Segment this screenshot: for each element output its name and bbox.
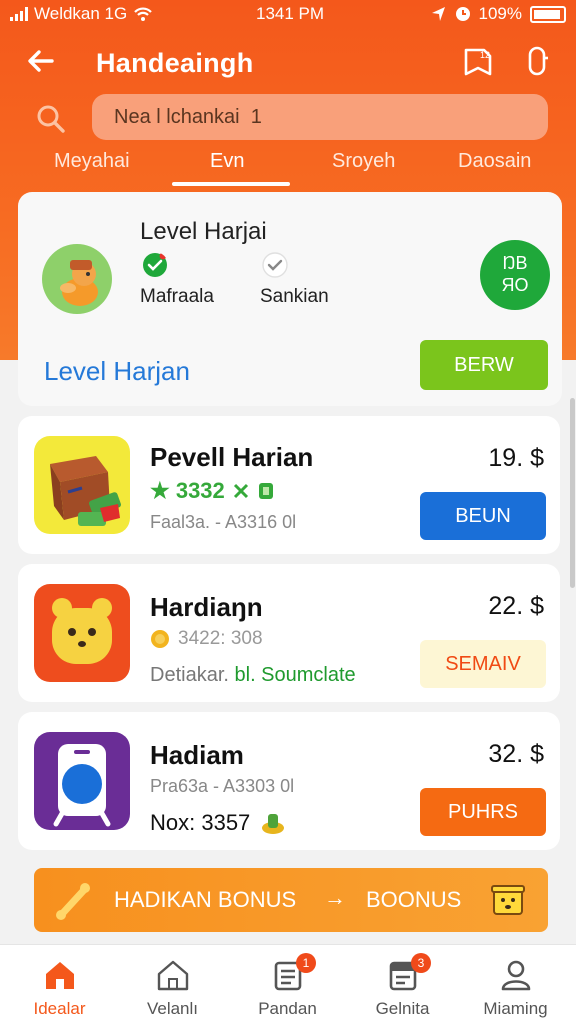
user-icon <box>501 960 531 991</box>
detail-link[interactable]: bl. Soumclate <box>235 664 356 686</box>
treasure-box-icon <box>50 456 121 526</box>
phone-icon <box>528 46 548 76</box>
carrier-label: Weldkan 1G <box>34 4 128 23</box>
item-thumbnail <box>34 732 130 830</box>
nav-item-gelnita[interactable]: 3 Gelnita <box>345 945 460 1024</box>
wifi-icon <box>134 7 153 21</box>
item-subtitle: Faal3a. - A3316 0l <box>150 512 297 532</box>
item-price: 32. $ <box>488 740 544 768</box>
status-bar: Weldkan 1G 1341 PM 109% <box>0 0 576 28</box>
coin-icon <box>151 630 169 648</box>
notification-badge: 1 <box>296 953 316 973</box>
check-circle-icon <box>143 252 167 277</box>
bonus-left-label: HADIKAN BONUS <box>114 887 297 912</box>
money-bag-icon <box>262 814 285 834</box>
scrollbar[interactable] <box>570 398 575 588</box>
coin-value: 3422: 308 <box>178 628 263 649</box>
bottom-nav: Idealar Velanlı 1 Pandan 3 Gelnita Miami… <box>0 944 576 1024</box>
badge-icon <box>258 483 273 499</box>
item-price: 19. $ <box>488 444 544 472</box>
stars-value: ★ 3332 <box>150 478 225 503</box>
nav-item-pandan[interactable]: 1 Pandan <box>230 945 345 1024</box>
search-input[interactable] <box>92 94 548 140</box>
xp-line-1: ŊB <box>502 253 528 273</box>
check-label-mafraala: Mafraala <box>140 286 214 307</box>
avatar <box>42 244 112 314</box>
item-card[interactable]: Pevell Harian 19. $ ★ 3332 Faal3a. - A33… <box>18 416 560 554</box>
page-title: Handeaingh <box>96 48 254 78</box>
item-name: Hadiam <box>150 740 244 770</box>
home-outline-icon <box>157 960 189 991</box>
bonus-right-label: BOONUS <box>366 887 462 912</box>
nav-label: Gelnita <box>375 999 430 1018</box>
level-link[interactable]: Level Harjan <box>44 356 190 387</box>
nox-value: Nox: 3357 <box>150 810 251 835</box>
item-buy-button[interactable]: BEUN <box>420 492 546 540</box>
nav-item-idealar[interactable]: Idealar <box>2 945 117 1024</box>
item-price: 22. $ <box>488 592 544 620</box>
item-subtitle: Pra63a - A3303 0l <box>150 776 295 796</box>
top-bar: Handeaingh 12 <box>0 36 576 88</box>
battery-percent: 109% <box>478 4 522 23</box>
back-button[interactable] <box>24 44 60 80</box>
signal-icon <box>10 7 28 21</box>
check-outline-icon <box>262 252 288 278</box>
arrow-left-icon <box>28 50 54 72</box>
device-icon <box>53 744 111 827</box>
tab-meyahai[interactable]: Meyahai <box>54 150 130 173</box>
battery-icon <box>530 5 566 23</box>
bookmark-icon: 12 <box>464 48 492 76</box>
bonus-banner[interactable]: HADIKAN BONUS → BOONUS <box>34 868 548 932</box>
item-stars: ★ 3332 <box>150 478 275 504</box>
notification-badge: 3 <box>411 953 431 973</box>
phone-button[interactable] <box>520 44 556 80</box>
item-thumbnail <box>34 436 130 534</box>
alarm-icon <box>455 7 470 21</box>
tab-daosain[interactable]: Daosain <box>458 150 531 173</box>
item-card[interactable]: Hadiam 32. $ Pra63a - A3303 0l Nox: 3357… <box>18 712 560 850</box>
tab-sroyeh[interactable]: Sroyeh <box>332 150 395 173</box>
svg-text:12: 12 <box>480 50 490 60</box>
search-bar <box>30 94 550 142</box>
level-action-button[interactable]: BERW <box>420 340 548 390</box>
xp-line-2: ЯO <box>501 275 529 295</box>
sparkle-icon <box>233 483 248 499</box>
location-icon <box>431 7 445 21</box>
detail-prefix: Detiakar. <box>150 664 229 686</box>
level-title: Level Harjai <box>140 218 267 245</box>
item-buy-button[interactable]: PUHRS <box>420 788 546 836</box>
item-coins: 3422: 308 <box>150 628 263 650</box>
item-detail: Detiakar. bl. Soumclate <box>150 664 356 687</box>
nav-item-miaming[interactable]: Miaming <box>458 945 573 1024</box>
nav-label: Velanlı <box>146 999 199 1018</box>
active-tab-indicator <box>172 182 290 186</box>
avatar-character-icon <box>60 260 98 306</box>
bone-icon <box>56 883 90 920</box>
check-label-sankian: Sankian <box>260 286 329 307</box>
level-card: Level Harjai Mafraala Sankian ŊB ЯO Leve… <box>18 192 562 406</box>
clock: 1341 PM <box>256 4 325 23</box>
xp-badge: ŊB ЯO <box>480 240 550 310</box>
tab-bar: Meyahai Evn Sroyeh Daosain <box>0 146 576 188</box>
nav-label: Miaming <box>483 999 548 1018</box>
item-thumbnail <box>34 584 130 682</box>
item-card[interactable]: Hardiaŋn 22. $ 3422: 308 Detiakar. bl. S… <box>18 564 560 702</box>
item-buy-button[interactable]: SEMAIV <box>420 640 546 688</box>
item-nox: Nox: 3357 <box>150 810 286 836</box>
home-icon <box>46 962 74 989</box>
bookmark-button[interactable]: 12 <box>460 44 496 80</box>
tab-evn[interactable]: Evn <box>210 150 244 173</box>
arrow-right-icon: → <box>324 885 346 910</box>
item-name: Pevell Harian <box>150 442 314 472</box>
nav-item-velanli[interactable]: Velanlı <box>115 945 230 1024</box>
item-name: Hardiaŋn <box>150 592 263 622</box>
nav-label: Idealar <box>33 999 86 1018</box>
bear-face-icon <box>52 598 112 664</box>
gift-box-icon <box>491 885 525 915</box>
nav-label: Pandan <box>258 999 317 1018</box>
search-icon[interactable] <box>34 102 68 136</box>
